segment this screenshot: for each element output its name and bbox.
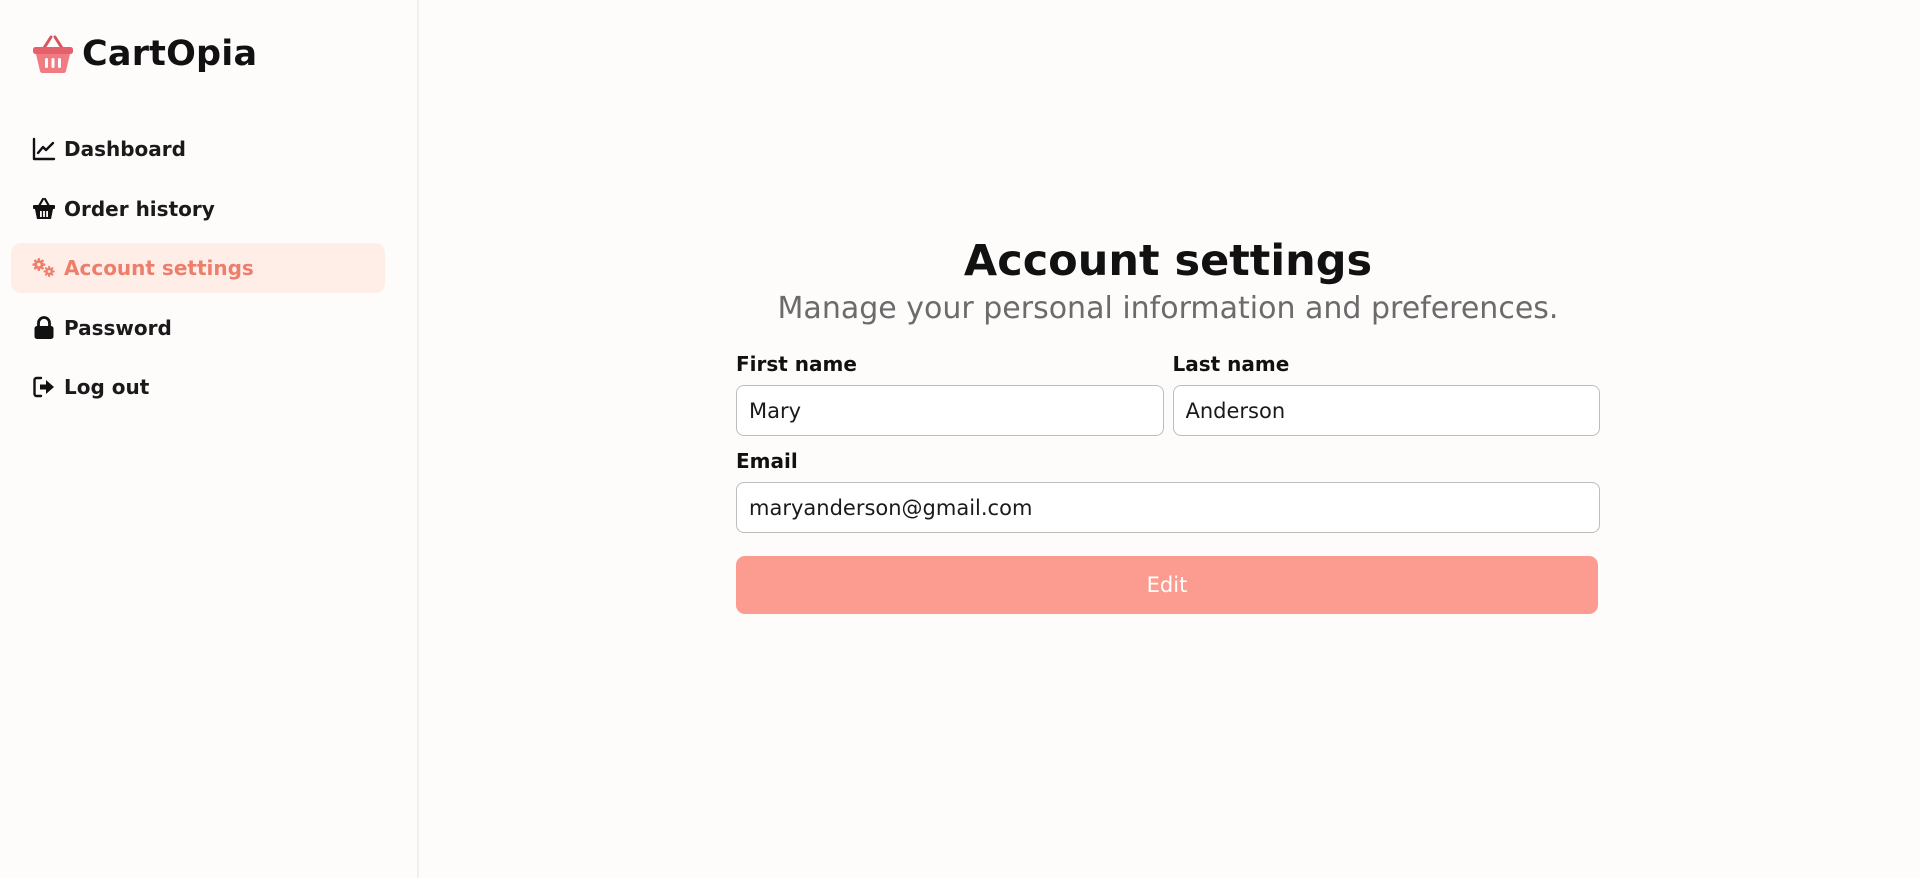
sidebar-item-label: Log out xyxy=(64,375,150,399)
sidebar: CartOpia Dashboard Order history Account… xyxy=(0,0,419,878)
sidebar-item-order-history[interactable]: Order history xyxy=(11,184,385,234)
basket-icon xyxy=(32,197,56,221)
sidebar-item-label: Order history xyxy=(64,196,215,221)
first-name-label: First name xyxy=(736,352,857,376)
sidebar-item-log-out[interactable]: Log out xyxy=(11,362,385,412)
gears-icon xyxy=(32,256,56,280)
page-subtitle: Manage your personal information and pre… xyxy=(777,291,1559,326)
sidebar-item-label: Dashboard xyxy=(64,137,186,161)
first-name-group: First name xyxy=(736,353,1164,436)
first-name-input[interactable] xyxy=(736,385,1164,436)
last-name-input[interactable] xyxy=(1172,385,1600,436)
sidebar-item-label: Account settings xyxy=(64,256,254,280)
page-title: Account settings xyxy=(963,236,1373,286)
email-label: Email xyxy=(736,449,798,473)
brand-logo[interactable]: CartOpia xyxy=(32,34,257,74)
sidebar-item-dashboard[interactable]: Dashboard xyxy=(11,124,385,174)
last-name-group: Last name xyxy=(1172,352,1600,436)
sidebar-item-account-settings[interactable]: Account settings xyxy=(11,243,385,293)
sidebar-nav: Dashboard Order history Account settings… xyxy=(11,124,385,422)
email-input[interactable] xyxy=(736,482,1600,533)
app-root: CartOpia Dashboard Order history Account… xyxy=(0,0,1920,878)
sidebar-item-label: Password xyxy=(64,315,172,340)
main-content: Account settings Manage your personal in… xyxy=(419,0,1920,878)
chart-line-icon xyxy=(32,137,56,161)
name-row: First name Last name xyxy=(736,353,1600,436)
last-name-label: Last name xyxy=(1172,352,1290,376)
brand-name: CartOpia xyxy=(82,34,258,74)
account-settings-panel: Account settings Manage your personal in… xyxy=(736,235,1600,614)
logout-icon xyxy=(32,375,56,399)
edit-button[interactable]: Edit xyxy=(736,556,1598,614)
email-group: Email xyxy=(736,450,1600,533)
basket-icon xyxy=(32,34,74,74)
lock-icon xyxy=(32,315,56,340)
sidebar-item-password[interactable]: Password xyxy=(11,303,385,353)
